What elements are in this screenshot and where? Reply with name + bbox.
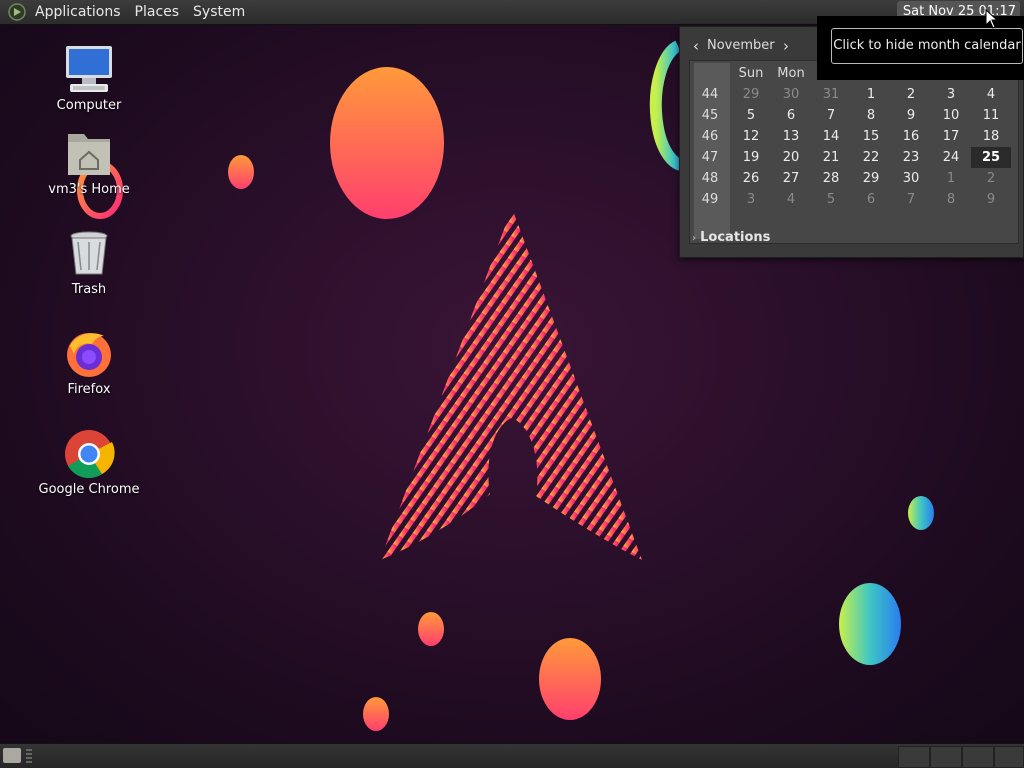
month-label: November — [707, 38, 775, 53]
locations-expander[interactable]: › Locations — [692, 230, 770, 245]
desktop-icon-firefox[interactable]: Firefox — [34, 328, 144, 397]
home-folder-icon — [62, 128, 116, 180]
week-number: 47 — [701, 150, 719, 165]
mouse-pointer-icon — [985, 9, 999, 29]
calendar-day[interactable]: 6 — [771, 105, 811, 126]
calendar-day[interactable]: 4 — [771, 189, 811, 210]
calendar-day[interactable]: 6 — [851, 189, 891, 210]
calendar-day[interactable]: 3 — [731, 189, 771, 210]
week-number: 45 — [701, 108, 719, 123]
day-header-mon: Mon — [777, 66, 805, 81]
day-header-sun: Sun — [738, 66, 764, 81]
trash-icon — [62, 228, 116, 280]
desktop-icon-label: Computer — [56, 98, 122, 113]
calendar-day[interactable]: 2 — [891, 84, 931, 105]
calendar-day[interactable]: 28 — [811, 168, 851, 189]
calendar-day[interactable]: 30 — [891, 168, 931, 189]
calendar-day[interactable]: 9 — [971, 189, 1011, 210]
calendar-day[interactable]: 25 — [971, 147, 1011, 168]
calendar-day[interactable]: 24 — [931, 147, 971, 168]
calendar-day[interactable]: 27 — [771, 168, 811, 189]
calendar-day[interactable]: 1 — [931, 168, 971, 189]
calendar-day[interactable]: 20 — [771, 147, 811, 168]
calendar-day[interactable]: 7 — [811, 105, 851, 126]
prev-month-button[interactable]: ‹ — [693, 35, 699, 57]
calendar-day[interactable]: 14 — [811, 126, 851, 147]
calendar-day[interactable]: 12 — [731, 126, 771, 147]
calendar-day[interactable]: 11 — [971, 105, 1011, 126]
desktop-icon-label: Trash — [71, 282, 107, 297]
calendar-day[interactable]: 13 — [771, 126, 811, 147]
calendar-day[interactable]: 3 — [931, 84, 971, 105]
week-number: 49 — [701, 192, 719, 207]
desktop-icon-home[interactable]: vm3's Home — [34, 128, 144, 197]
calendar-day[interactable]: 16 — [891, 126, 931, 147]
next-month-button[interactable]: › — [783, 35, 789, 57]
week-number: 46 — [701, 129, 719, 144]
menu-applications[interactable]: Applications — [28, 0, 128, 24]
locations-label: Locations — [700, 230, 771, 245]
desktop-icon-trash[interactable]: Trash — [34, 228, 144, 297]
calendar-day[interactable]: 19 — [731, 147, 771, 168]
calendar-day[interactable]: 26 — [731, 168, 771, 189]
calendar-day[interactable]: 22 — [851, 147, 891, 168]
calendar-day[interactable]: 1 — [851, 84, 891, 105]
desktop-icon-label: vm3's Home — [48, 182, 130, 197]
calendar-day[interactable]: 7 — [891, 189, 931, 210]
calendar-day[interactable]: 2 — [971, 168, 1011, 189]
bottom-panel — [0, 743, 1024, 768]
calendar-day[interactable]: 21 — [811, 147, 851, 168]
firefox-icon — [62, 328, 116, 380]
calendar-day[interactable]: 17 — [931, 126, 971, 147]
desktop-icon-label: Google Chrome — [38, 482, 140, 497]
workspace-4[interactable] — [994, 746, 1024, 768]
panel-drag-handle[interactable] — [26, 749, 32, 763]
calendar-grid: Sun Mon 44 29 30 31 1 2 3 4 45 5 6 7 8 9 10 11 46 12 13 14 1… — [689, 60, 1019, 244]
calendar-day[interactable]: 30 — [771, 84, 811, 105]
show-desktop-icon[interactable] — [3, 748, 21, 763]
calendar-day[interactable]: 31 — [811, 84, 851, 105]
week-number: 44 — [701, 87, 719, 102]
mate-logo-icon — [8, 3, 26, 21]
calendar-day[interactable]: 4 — [971, 84, 1011, 105]
menu-places[interactable]: Places — [128, 0, 187, 24]
workspace-2[interactable] — [930, 746, 962, 768]
menu-system[interactable]: System — [186, 0, 252, 24]
calendar-day[interactable]: 9 — [891, 105, 931, 126]
expander-arrow-icon: › — [692, 233, 697, 244]
computer-icon — [62, 44, 116, 96]
tooltip-text: Click to hide month calendar — [831, 28, 1023, 64]
desktop-icon-chrome[interactable]: Google Chrome — [34, 428, 144, 497]
week-number: 48 — [701, 171, 719, 186]
calendar-day[interactable]: 29 — [731, 84, 771, 105]
calendar-day[interactable]: 8 — [851, 105, 891, 126]
chrome-icon — [62, 428, 116, 480]
desktop-icon-computer[interactable]: Computer — [34, 44, 144, 113]
desktop-icon-label: Firefox — [67, 382, 111, 397]
calendar-day[interactable]: 5 — [731, 105, 771, 126]
calendar-day[interactable]: 18 — [971, 126, 1011, 147]
workspace-3[interactable] — [962, 746, 994, 768]
calendar-day[interactable]: 23 — [891, 147, 931, 168]
workspace-1[interactable] — [898, 746, 930, 768]
calendar-day[interactable]: 8 — [931, 189, 971, 210]
calendar-day[interactable]: 10 — [931, 105, 971, 126]
calendar-day[interactable]: 29 — [851, 168, 891, 189]
calendar-day[interactable]: 5 — [811, 189, 851, 210]
calendar-day[interactable]: 15 — [851, 126, 891, 147]
